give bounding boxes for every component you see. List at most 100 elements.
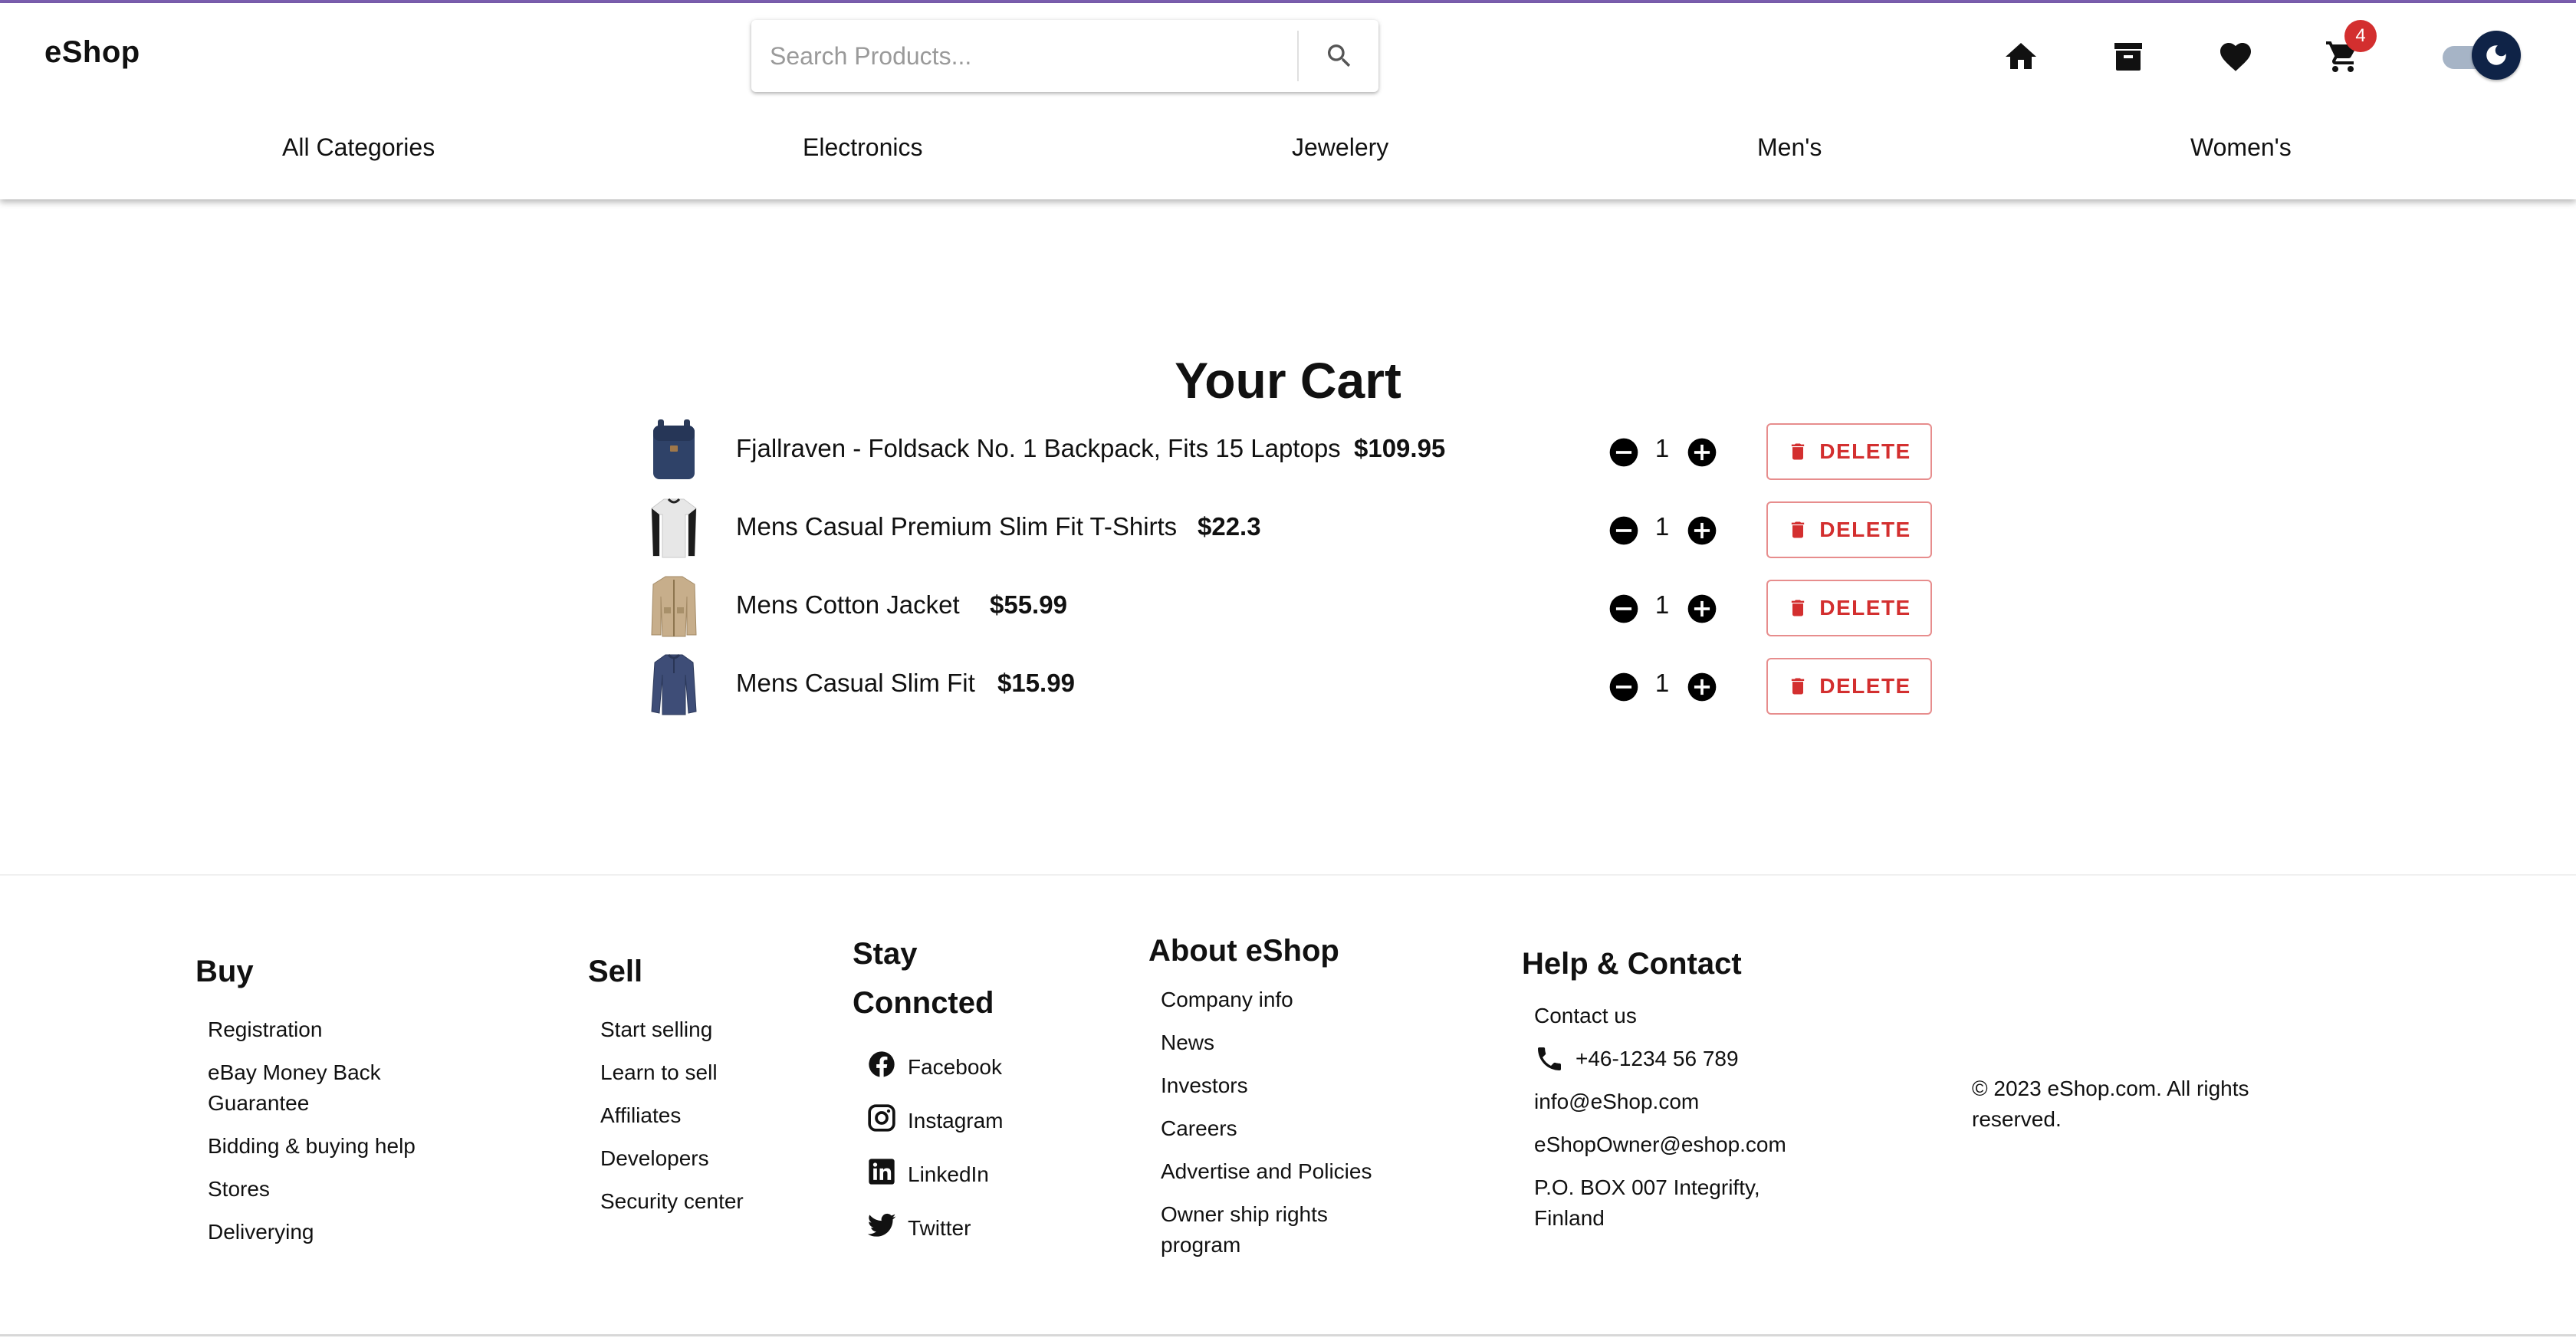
backpack-image [653,419,695,479]
minus-circle-icon [1609,594,1638,623]
footer-bottom-border [0,1334,2576,1336]
category-nav: All Categories Electronics Jewelery Men'… [0,133,2576,176]
category-all[interactable]: All Categories [282,133,435,162]
search-button[interactable] [1300,20,1378,92]
social-link-linkedin[interactable]: LinkedIn [866,1156,1037,1187]
increase-quantity-button[interactable] [1685,436,1719,469]
cart-title: Your Cart [1175,352,1401,409]
footer-link[interactable]: Stores [208,1174,449,1205]
footer-link[interactable]: Affiliates [600,1100,764,1131]
footer-buy-column: Buy Registration eBay Money Back Guarant… [196,947,449,1260]
linkedin-icon [869,1159,895,1185]
item-price: $22.3 [1198,512,1261,541]
category-electronics[interactable]: Electronics [803,133,923,162]
category-jewelery[interactable]: Jewelery [1292,133,1388,162]
product-thumbnail[interactable] [644,495,704,560]
minus-circle-icon [1609,516,1638,545]
footer-link[interactable]: Careers [1161,1113,1401,1144]
plus-circle-icon [1687,438,1717,467]
item-price: $15.99 [997,669,1075,697]
footer-about-column: About eShop Company info News Investors … [1148,926,1401,1273]
delete-label: DELETE [1819,596,1911,620]
jacket-image [651,576,697,637]
footer-help-column: Help & Contact Contact us +46-1234 56 78… [1522,939,1844,1246]
delete-label: DELETE [1819,674,1911,698]
twitter-icon [867,1213,896,1237]
delete-button[interactable]: DELETE [1766,580,1932,636]
product-thumbnail[interactable] [644,417,704,482]
footer-link[interactable]: Start selling [600,1014,764,1045]
delete-button[interactable]: DELETE [1766,501,1932,558]
footer-heading: Help & Contact [1522,947,1742,981]
social-link-facebook[interactable]: Facebook [866,1049,1037,1080]
delete-button[interactable]: DELETE [1766,658,1932,715]
footer-heading: About eShop [1148,934,1339,968]
decrease-quantity-button[interactable] [1607,670,1641,704]
quantity-value: 1 [1654,669,1670,697]
increase-quantity-button[interactable] [1685,670,1719,704]
product-thumbnail[interactable] [644,574,704,638]
trash-icon [1792,600,1805,616]
footer-link[interactable]: Company info [1161,985,1401,1015]
category-mens[interactable]: Men's [1757,133,1822,162]
delete-label: DELETE [1819,439,1911,463]
social-label: Instagram [908,1109,1004,1133]
social-list: Facebook Instagram LinkedIn Twitter [853,1049,1037,1241]
footer-link[interactable]: Registration [208,1014,449,1045]
footer-link[interactable]: Deliverying [208,1217,449,1248]
app-header: eShop 4 All Categories [0,3,2576,199]
theme-toggle[interactable] [2438,31,2521,83]
footer-link[interactable]: Bidding & buying help [208,1131,449,1162]
decrease-quantity-button[interactable] [1607,436,1641,469]
social-link-instagram[interactable]: Instagram [866,1103,1037,1133]
footer-heading: Sell [588,955,643,988]
heart-icon [2220,43,2251,71]
orders-button[interactable] [2105,34,2151,80]
item-title: Mens Casual Slim Fit [736,669,975,697]
increase-quantity-button[interactable] [1685,514,1719,547]
contact-email: eShopOwner@eshop.com [1534,1133,1786,1156]
footer-link[interactable]: Learn to sell [600,1057,764,1088]
cart-item: Mens Casual Premium Slim Fit T-Shirts $2… [644,495,1947,564]
home-button[interactable] [1998,34,2044,80]
decrease-quantity-button[interactable] [1607,592,1641,626]
favorites-button[interactable] [2213,34,2259,80]
footer-social-column: Stay Conncted Facebook Instagram LinkedI… [853,929,1037,1264]
footer-link[interactable]: News [1161,1027,1401,1058]
phone-icon [1538,1047,1561,1070]
footer-link[interactable]: Investors [1161,1070,1401,1101]
cart-item: Mens Cotton Jacket $55.99 1 DELETE [644,574,1947,643]
search-divider [1297,31,1299,81]
contact-address: P.O. BOX 007 Integrifty, Finland [1534,1175,1760,1230]
contact-email: info@eShop.com [1534,1090,1700,1113]
decrease-quantity-button[interactable] [1607,514,1641,547]
item-title: Fjallraven - Foldsack No. 1 Backpack, Fi… [736,434,1341,462]
plus-circle-icon [1687,516,1717,545]
category-womens[interactable]: Women's [2190,133,2292,162]
footer-link[interactable]: Owner ship rights program [1161,1199,1352,1261]
footer-link[interactable]: Developers [600,1143,764,1174]
contact-us-text: Contact us [1534,1004,1637,1027]
archive-icon [2114,43,2142,71]
phone-row: +46-1234 56 789 [1534,1044,1844,1074]
search-bar [751,20,1378,92]
social-label: Twitter [908,1216,971,1240]
minus-circle-icon [1609,438,1638,467]
brand-logo[interactable]: eShop [44,35,140,70]
quantity-value: 1 [1654,434,1670,462]
footer-link[interactable]: eBay Money Back Guarantee [208,1057,449,1119]
product-thumbnail[interactable] [644,652,704,716]
social-link-twitter[interactable]: Twitter [866,1210,1037,1241]
minus-circle-icon [1609,672,1638,702]
delete-button[interactable]: DELETE [1766,423,1932,480]
social-label: LinkedIn [908,1162,989,1186]
delete-label: DELETE [1819,518,1911,541]
cart-count-badge: 4 [2344,20,2377,52]
footer-link[interactable]: Security center [600,1186,764,1217]
footer-link[interactable]: Advertise and Policies [1161,1156,1401,1187]
increase-quantity-button[interactable] [1685,592,1719,626]
search-input[interactable] [751,20,1297,92]
instagram-icon [868,1104,895,1132]
social-label: Facebook [908,1055,1002,1079]
tshirt-image [651,498,697,558]
